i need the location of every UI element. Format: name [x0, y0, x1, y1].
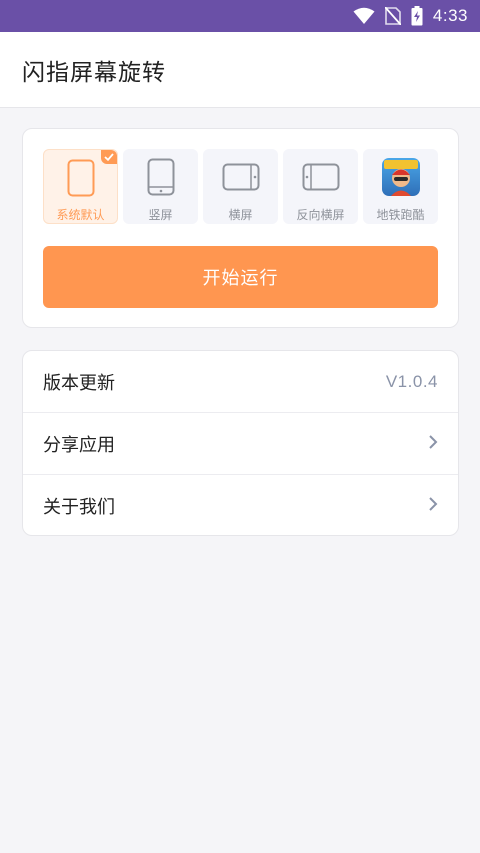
phone-landscape-icon	[222, 157, 260, 197]
phone-portrait-icon	[67, 158, 95, 197]
mode-option-portrait[interactable]: 竖屏	[123, 149, 198, 224]
page-title: 闪指屏幕旋转	[22, 59, 166, 86]
chevron-right-icon	[428, 496, 438, 516]
battery-charging-icon	[411, 6, 423, 26]
about-us-row[interactable]: 关于我们	[23, 475, 458, 537]
share-app-label: 分享应用	[43, 434, 115, 456]
about-us-label: 关于我们	[43, 497, 115, 518]
app-bar: 闪指屏幕旋转	[0, 32, 480, 108]
mode-label: 横屏	[228, 208, 253, 222]
status-time: 4:33	[432, 6, 468, 25]
subway-surfers-app-icon	[381, 157, 420, 197]
rotation-mode-card: 系统默认 竖屏 横屏 反向横屏 地铁跑酷 开始运行	[22, 128, 459, 328]
mode-option-reverse-landscape[interactable]: 反向横屏	[283, 149, 358, 224]
mode-option-subway-surfers[interactable]: 地铁跑酷	[363, 149, 438, 224]
version-value: V1.0.4	[385, 371, 438, 391]
status-bar: 4:33	[0, 0, 480, 32]
mode-option-landscape[interactable]: 横屏	[203, 149, 278, 224]
mode-list: 系统默认 竖屏 横屏 反向横屏 地铁跑酷	[43, 149, 438, 224]
mode-label: 反向横屏	[296, 208, 345, 222]
share-app-row[interactable]: 分享应用	[23, 413, 458, 475]
mode-option-system-default[interactable]: 系统默认	[43, 149, 118, 224]
wifi-icon	[353, 7, 375, 25]
no-sim-icon	[384, 7, 401, 25]
phone-landscape-reverse-icon	[302, 157, 340, 197]
mode-label: 系统默认	[56, 208, 105, 222]
version-update-row[interactable]: 版本更新 V1.0.4	[23, 351, 458, 413]
start-button[interactable]: 开始运行	[43, 246, 438, 308]
check-icon	[101, 150, 117, 164]
phone-portrait-icon	[147, 157, 175, 197]
mode-label: 竖屏	[148, 208, 173, 222]
mode-label: 地铁跑酷	[376, 208, 425, 222]
chevron-right-icon	[428, 434, 438, 454]
settings-list-card: 版本更新 V1.0.4 分享应用 关于我们	[22, 350, 459, 536]
version-update-label: 版本更新	[43, 372, 115, 394]
